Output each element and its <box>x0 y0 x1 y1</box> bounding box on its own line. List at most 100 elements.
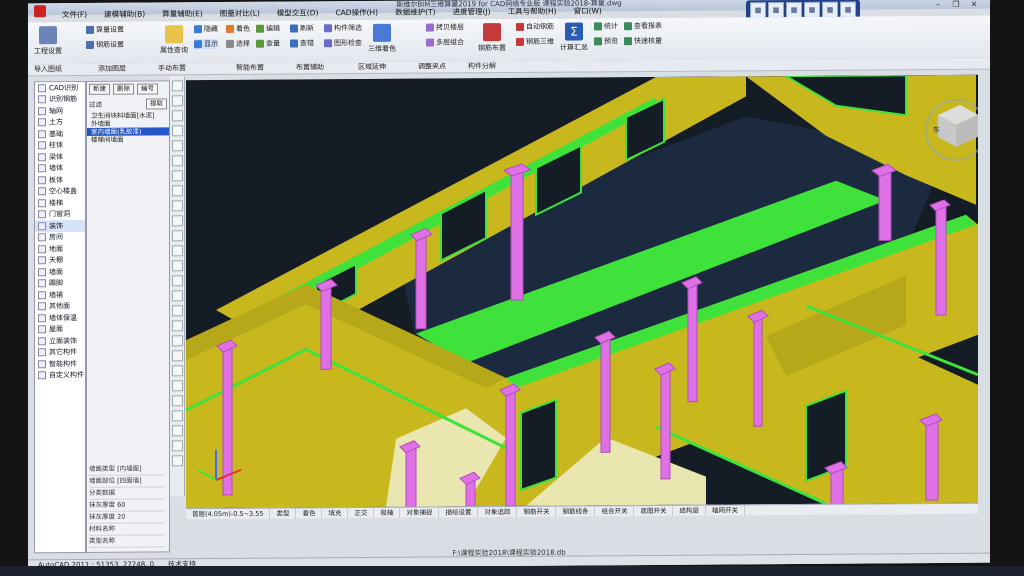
refresh-button[interactable]: 刷新 <box>290 23 314 33</box>
tool-icon[interactable] <box>171 275 183 287</box>
property-row[interactable]: 墙面部位 [四面墙] <box>89 475 165 488</box>
minimize-icon[interactable]: – <box>932 0 944 10</box>
property-row[interactable]: 材料名称 <box>89 523 165 536</box>
status-toggle[interactable]: 极轴 <box>374 507 401 518</box>
menu-item[interactable]: 进度管理(J) <box>445 5 500 19</box>
status-toggle[interactable]: 底图开关 <box>634 505 674 517</box>
tree-item[interactable]: 墙体保温 <box>35 312 85 324</box>
tree-item[interactable]: 墙体 <box>35 162 85 174</box>
tool-icon[interactable] <box>171 260 183 272</box>
tree-item[interactable]: 屋面 <box>35 323 85 335</box>
tool-icon[interactable] <box>171 380 183 392</box>
menu-item[interactable]: 数据维护(T) <box>387 5 444 19</box>
status-toggle[interactable]: 对象追踪 <box>478 506 518 518</box>
panel-button[interactable]: 编号 <box>137 83 158 95</box>
chart-icon[interactable]: ▦ <box>822 1 838 18</box>
toolbar-button[interactable]: 区域延伸 <box>358 62 386 73</box>
stats-button[interactable]: 统计 <box>594 21 618 31</box>
tool-icon[interactable] <box>171 245 183 257</box>
tool-icon[interactable] <box>171 185 183 197</box>
toolbar-button[interactable]: 调整夹点 <box>418 61 446 72</box>
status-toggle[interactable]: 正交 <box>348 507 375 519</box>
tree-item[interactable]: 土方 <box>35 116 85 128</box>
tool-icon[interactable] <box>171 440 183 452</box>
property-row[interactable]: 分类数据 <box>89 487 165 500</box>
toolbar-button[interactable]: 添加图层 <box>98 64 126 75</box>
tool-icon[interactable] <box>171 395 183 407</box>
calc-total-button[interactable]: Σ 计算汇总 <box>560 22 588 52</box>
tool-icon[interactable] <box>171 365 183 377</box>
close-icon[interactable]: ✕ <box>968 0 980 10</box>
component-filter-button[interactable]: 构件筛选 <box>324 23 362 33</box>
tree-item[interactable]: 墙裙 <box>35 289 85 301</box>
tree-item[interactable]: 天棚 <box>35 254 85 266</box>
status-toggle[interactable]: 钢筋开关 <box>517 506 557 517</box>
toolbar-button[interactable]: 智能布置 <box>236 63 264 74</box>
panel-button[interactable]: 删除 <box>113 83 134 95</box>
attr-query-button[interactable]: 属性查询 <box>160 25 188 55</box>
tool-icon[interactable] <box>171 425 183 437</box>
tree-item[interactable]: 基础 <box>35 128 85 140</box>
menu-item[interactable]: 建模辅助(B) <box>96 7 154 21</box>
status-toggle[interactable]: 对象捕捉 <box>400 507 440 518</box>
grid-icon[interactable]: ▦ <box>750 2 766 19</box>
tree-item[interactable]: 自定义构件 <box>35 369 85 381</box>
quick-verify-button[interactable]: 快速核量 <box>624 36 662 46</box>
tree-item[interactable]: 梁体 <box>35 151 85 163</box>
tree-item[interactable]: 其它构件 <box>35 346 85 358</box>
tree-item[interactable]: 踢脚 <box>35 277 85 289</box>
toolbar-button[interactable]: 导入图纸 <box>34 64 62 75</box>
project-settings-button[interactable]: 工程设置 <box>34 26 62 56</box>
menu-item[interactable]: 窗口(W) <box>566 4 611 18</box>
status-toggle[interactable]: 填充 <box>322 508 349 519</box>
edit-button[interactable]: 编辑 <box>256 24 280 34</box>
menu-item[interactable]: 文件(F) <box>54 8 96 22</box>
menu-item[interactable]: 算量辅助(E) <box>154 7 212 21</box>
tool-icon[interactable] <box>171 155 183 167</box>
query-report-button[interactable]: 查看报表 <box>624 21 662 31</box>
list-icon[interactable]: ▦ <box>840 1 856 18</box>
rebar-3d-button[interactable]: 钢筋三维 <box>516 37 554 47</box>
color-button[interactable]: 着色 <box>226 24 250 34</box>
toolbar-button[interactable]: 布置辅助 <box>296 62 324 73</box>
tree-item[interactable]: 立面装饰 <box>35 335 85 347</box>
tool-icon[interactable] <box>171 125 183 137</box>
tree-item[interactable]: 轴网 <box>35 105 85 117</box>
tree-item[interactable]: 装饰 <box>35 219 85 232</box>
menu-item[interactable]: 工具与帮助(H) <box>500 5 566 19</box>
tool-icon[interactable] <box>171 410 183 422</box>
auto-rebar-button[interactable]: 自动钢筋 <box>516 22 554 32</box>
status-toggle[interactable]: 轴网开关 <box>705 505 745 516</box>
select-button[interactable]: 选择 <box>226 39 250 49</box>
status-toggle[interactable]: 着色 <box>296 508 323 519</box>
preview-button[interactable]: 预览 <box>594 36 618 46</box>
cube-icon[interactable]: ▦ <box>768 2 784 19</box>
layers-icon[interactable]: ▦ <box>786 1 802 19</box>
graphic-check-button[interactable]: 图形检查 <box>324 38 362 48</box>
restore-icon[interactable]: ❐ <box>950 0 962 10</box>
tool-icon[interactable] <box>171 320 183 332</box>
status-toggle[interactable]: 结构层 <box>673 505 706 516</box>
tree-item[interactable]: 其他面 <box>35 300 85 312</box>
tool-icon[interactable] <box>171 200 183 212</box>
tool-icon[interactable] <box>171 290 183 302</box>
menu-item[interactable]: CAD操作(H) <box>327 6 387 20</box>
tool-icon[interactable] <box>171 215 183 227</box>
tool-icon[interactable] <box>171 140 183 152</box>
property-row[interactable]: 抹灰厚度 60 <box>89 499 165 512</box>
tree-item[interactable]: 地面 <box>35 243 85 255</box>
three-d-color-button[interactable]: 三维着色 <box>368 23 396 54</box>
calc-settings-button[interactable]: 算量设置 <box>86 25 124 35</box>
tree-item[interactable]: 墙面 <box>35 266 85 278</box>
tool-icon[interactable] <box>171 95 183 107</box>
tree-item[interactable]: 楼梯 <box>35 197 85 209</box>
menu-item[interactable]: 图量对比(L) <box>212 7 269 21</box>
menu-item[interactable]: 模型交互(D) <box>269 6 328 20</box>
tool-icon[interactable] <box>171 230 183 242</box>
panel-button[interactable]: 新建 <box>89 83 110 95</box>
tool-icon[interactable] <box>171 335 183 347</box>
table-icon[interactable]: ▦ <box>804 1 820 18</box>
status-toggle[interactable]: 组合开关 <box>595 506 635 517</box>
tree-item[interactable]: 空心楼盖 <box>35 185 85 197</box>
tool-icon[interactable] <box>171 350 183 362</box>
